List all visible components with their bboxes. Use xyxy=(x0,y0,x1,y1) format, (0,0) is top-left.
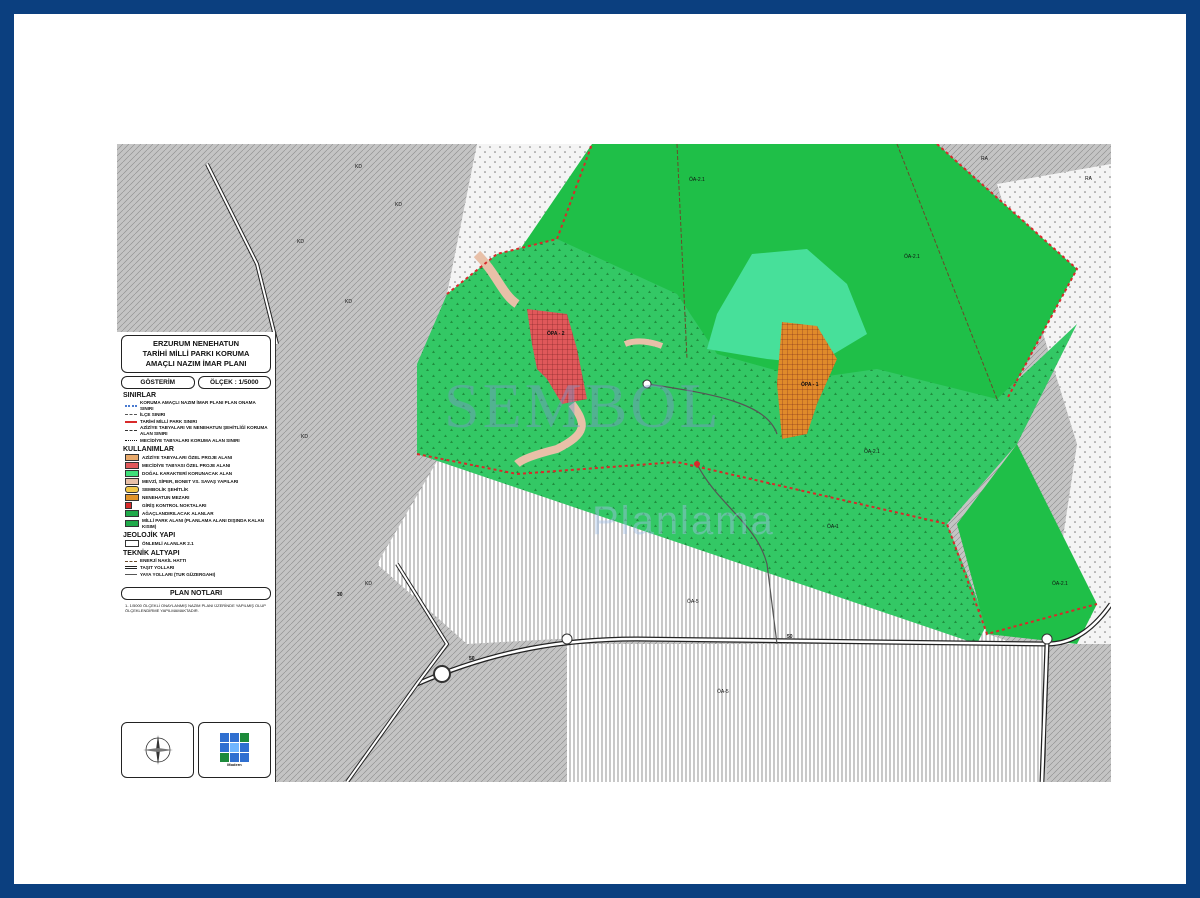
legend-use-aziziye: AZİZİYE TABYALARI ÖZEL PROJE ALANI xyxy=(125,454,269,462)
legend-boundary-plan: KORUMA AMAÇLI NAZIM İMAR PLANI PLAN ONAM… xyxy=(125,400,269,411)
legend-use-grave: NENEHATUN MEZARI xyxy=(125,494,269,502)
opa1-label: ÖPA - 1 xyxy=(801,382,819,388)
compass-rose-icon xyxy=(142,735,173,765)
kd-label-6: KD xyxy=(365,581,372,587)
oa21-label-3: ÖA-2.1 xyxy=(864,449,880,455)
logo-box: Modern xyxy=(198,722,271,778)
compass-box xyxy=(121,722,194,778)
jeolojik-heading: JEOLOJİK YAPI xyxy=(123,532,176,540)
color-swatch xyxy=(125,540,139,548)
color-swatch xyxy=(125,454,139,462)
roundabout-2 xyxy=(433,665,451,683)
color-swatch xyxy=(125,520,139,528)
oa21-label-1: ÖA-2.1 xyxy=(689,177,705,183)
legend-use-cemetery: SEMBOLİK ŞEHİTLİK xyxy=(125,486,269,494)
legend-boundary-aziziye: AZİZİYE TABYALARI VE NENEHATUN ŞEHİTLİĞİ… xyxy=(125,425,269,436)
logo-caption: Modern xyxy=(227,762,242,767)
image-frame: ÖPA - 2 ÖPA - 1 KD KD KD KD KD KD ÖA-2.1… xyxy=(14,14,1186,884)
company-logo-icon xyxy=(220,733,249,762)
road-50-label: 50 xyxy=(787,634,793,640)
color-swatch xyxy=(125,478,139,486)
power-line-icon xyxy=(125,560,137,562)
legend-boundary-mecidiye: MECİDİYE TABYALARI KORUMA ALAN SINIRI xyxy=(125,438,269,444)
legend-use-afforestation: AĞAÇLANDIRILACAK ALANLAR xyxy=(125,510,269,518)
kullanimlar-heading: KULLANIMLAR xyxy=(123,446,174,454)
oa1-label: ÖA-1 xyxy=(827,524,839,530)
roundabout-1 xyxy=(561,633,573,645)
kd-label-2: KD xyxy=(395,202,402,208)
color-swatch xyxy=(125,462,139,470)
zoning-map[interactable]: ÖPA - 2 ÖPA - 1 KD KD KD KD KD KD ÖA-2.1… xyxy=(117,144,1111,782)
legend-boundary-park: TARİHİ MİLLİ PARK SINIRI xyxy=(125,419,269,425)
plan-note-text: 1- 1/5000 ÖLÇEKLİ ONAYLANMIŞ NAZIM PLANI… xyxy=(125,603,266,614)
oa5-label-1: ÖA-5 xyxy=(687,599,699,605)
dotted-line-icon xyxy=(125,439,137,441)
legend-use-trenches: MEVZİ, SİPER, BONET VS. SAVAŞ YAPILARI xyxy=(125,478,269,486)
plan-notes-box: PLAN NOTLARI xyxy=(121,587,271,601)
kd-label-4: KD xyxy=(345,299,352,305)
legend-use-natural: DOĞAL KARAKTERİ KORUNACAK ALAN xyxy=(125,470,269,478)
road-50-label-west: 50 xyxy=(469,656,475,662)
gosterim-box: GÖSTERİM xyxy=(121,376,195,389)
dashed-line-icon xyxy=(125,414,137,416)
road-30-label: 30 xyxy=(337,592,343,598)
dotted-line-icon xyxy=(125,404,137,407)
teknik-heading: TEKNİK ALTYAPI xyxy=(123,550,180,558)
plan-title-line-2: TARİHİ MİLLİ PARKI KORUMA xyxy=(142,349,250,358)
plan-title-box: ERZURUM NENEHATUN TARİHİ MİLLİ PARKI KOR… xyxy=(121,335,271,373)
kd-label-5: KD xyxy=(301,434,308,440)
legend-vehicle-road: TAŞIT YOLLARI xyxy=(125,565,269,571)
watermark-sembol: SEMBOL xyxy=(444,370,722,441)
color-swatch xyxy=(125,502,132,510)
ra-label-2: RA xyxy=(1085,176,1092,182)
color-swatch xyxy=(125,486,139,494)
dashed-line-icon xyxy=(125,430,137,432)
legend-use-national-park: MİLLİ PARK ALANI (PLANLAMA ALANI DIŞINDA… xyxy=(125,518,269,529)
road-icon xyxy=(125,566,137,570)
watermark-planlama: Planlama xyxy=(592,499,775,543)
ra-label-1: RA xyxy=(981,156,988,162)
kd-label-3: KD xyxy=(297,239,304,245)
color-swatch xyxy=(125,494,139,502)
legend-pedestrian-road: YAYA YOLLARI (TUR GÜZERGAHI) xyxy=(125,572,269,578)
oa21-label-4: ÖA-2.1 xyxy=(1052,581,1068,587)
color-swatch xyxy=(125,470,139,478)
legend-panel: ERZURUM NENEHATUN TARİHİ MİLLİ PARKI KOR… xyxy=(117,332,276,782)
red-dashed-line-icon xyxy=(125,420,137,423)
roundabout-3 xyxy=(1041,633,1053,645)
legend-geology: ÖNLEMLİ ALANLAR 2.1 xyxy=(125,540,269,548)
striped-area-south xyxy=(567,644,1047,782)
legend-use-mecidiye: MECİDİYE TABYASI ÖZEL PROJE ALANI xyxy=(125,462,269,470)
oa21-label-2: ÖA-2.1 xyxy=(904,254,920,260)
plan-title-line-3: AMAÇLI NAZIM İMAR PLANI xyxy=(145,359,247,368)
opa2-label: ÖPA - 2 xyxy=(547,331,565,337)
legend-boundary-district: İLÇE SINIRI xyxy=(125,412,269,418)
legend-power-line: ENERJİ NAKİL HATTI xyxy=(125,558,269,564)
plan-title-line-1: ERZURUM NENEHATUN xyxy=(152,339,240,348)
color-swatch xyxy=(125,510,139,518)
legend-use-checkpoint: GİRİŞ KONTROL NOKTALARI xyxy=(125,502,269,510)
path-icon xyxy=(125,573,137,575)
scale-box: ÖLÇEK : 1/5000 xyxy=(197,376,271,389)
sinirlar-heading: SINIRLAR xyxy=(123,392,157,399)
entry-checkpoint xyxy=(694,461,700,467)
kd-label-1: KD xyxy=(355,164,362,170)
oa5-label-2: ÖA-5 xyxy=(717,689,729,695)
